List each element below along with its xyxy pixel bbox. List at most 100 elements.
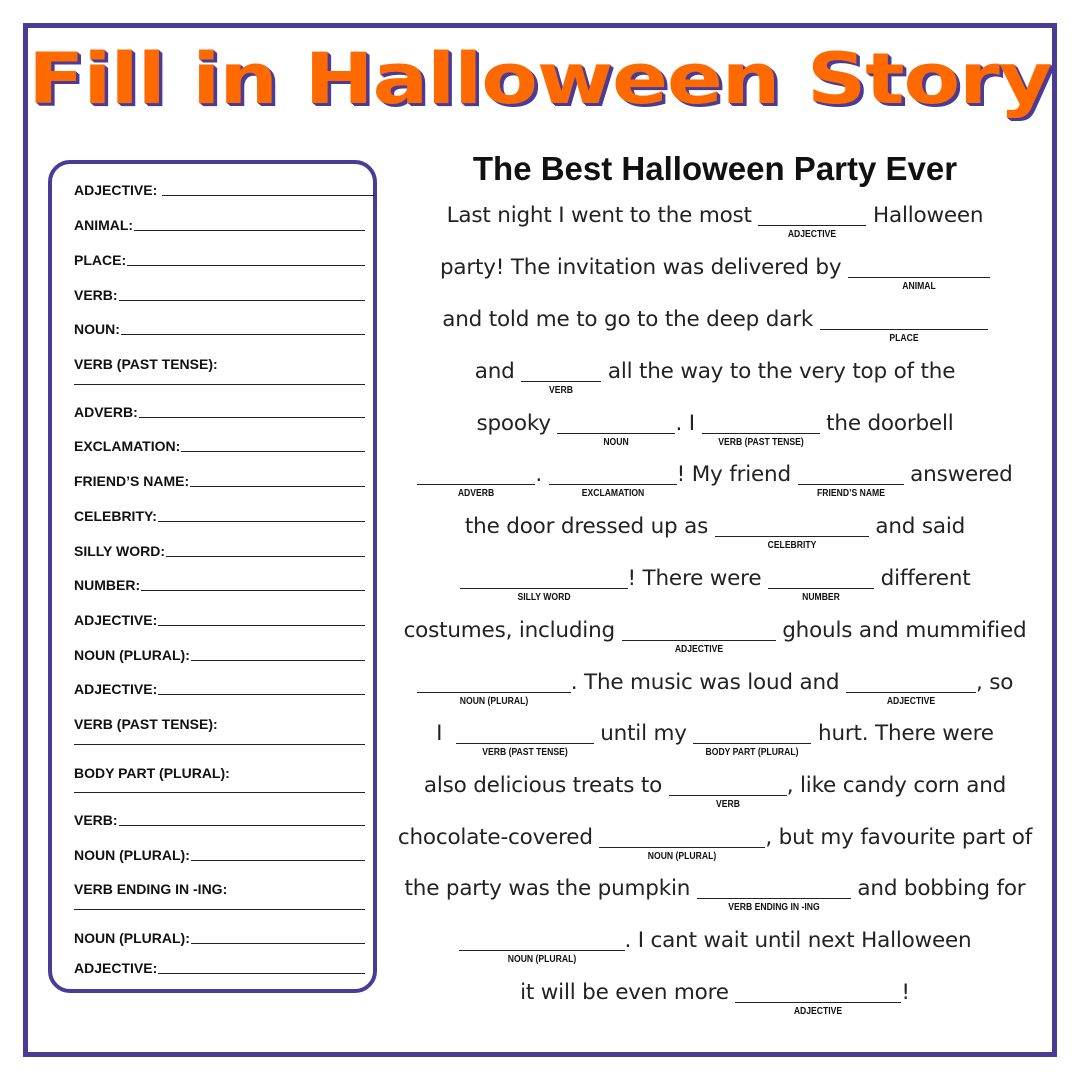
word-bank-blank[interactable] [74, 909, 365, 910]
story-blank[interactable]: PLACE [819, 309, 988, 344]
story-line: the party was the pumpkin VERB ENDING IN… [390, 876, 1040, 913]
word-bank-item: VERB (PAST TENSE): [74, 712, 365, 732]
word-bank-label: NOUN: [74, 321, 120, 337]
word-bank-item: SILLY WORD: [74, 539, 365, 559]
blank-label: NOUN (PLURAL) [648, 850, 717, 862]
story-line: party! The invitation was delivered by A… [390, 255, 1040, 292]
story-blank[interactable]: ADJECTIVE [735, 982, 902, 1017]
word-bank-blank[interactable] [118, 300, 365, 301]
word-bank-blank[interactable] [141, 590, 365, 591]
story-line: spooky NOUN . I VERB (PAST TENSE) the doo… [390, 411, 1040, 448]
story-blank[interactable]: NOUN (PLURAL) [599, 827, 766, 862]
story-line: chocolate-covered NOUN (PLURAL) , but my … [390, 825, 1040, 862]
word-bank-label: FRIEND’S NAME: [74, 473, 190, 489]
word-bank-blank[interactable] [118, 825, 365, 826]
blank-label: NUMBER [802, 591, 840, 603]
story-text: . I cant wait until next Halloween [624, 928, 972, 953]
blank-label: ADJECTIVE [794, 1005, 843, 1017]
story-blank[interactable]: NOUN (PLURAL) [416, 672, 571, 707]
story-blank[interactable]: VERB [668, 775, 787, 810]
page-title: Fill in Halloween Story [28, 38, 1052, 120]
story-blank[interactable]: VERB (PAST TENSE) [701, 413, 820, 448]
story-blank[interactable]: CELEBRITY [714, 516, 869, 551]
word-bank-blank[interactable] [190, 943, 365, 944]
blank-label: EXCLAMATION [581, 487, 644, 499]
word-bank-blank[interactable] [74, 792, 365, 793]
story-text: and [474, 359, 522, 384]
story-text: ! [901, 980, 910, 1005]
story-blank[interactable]: ADVERB [417, 464, 536, 499]
blank-label: VERB [549, 384, 574, 396]
story-blank[interactable]: ADJECTIVE [758, 205, 867, 240]
word-bank-blank[interactable] [181, 451, 365, 452]
story-line: ADVERB. EXCLAMATION ! My friend FRIEND’S … [390, 462, 1040, 499]
word-bank-blank[interactable] [158, 694, 365, 695]
story-blank[interactable]: NOUN (PLURAL) [458, 930, 625, 965]
blank-label: FRIEND’S NAME [816, 487, 885, 499]
story-blank[interactable]: NOUN [557, 413, 676, 448]
word-bank-label: PLACE: [74, 252, 127, 268]
story-text: costumes, including [403, 618, 622, 643]
story-blank[interactable]: ADJECTIVE [621, 620, 776, 655]
word-bank-label: ADJECTIVE: [74, 612, 158, 628]
word-bank-item: ADJECTIVE: [74, 677, 365, 697]
story-text: until my [593, 721, 694, 746]
story-text: all the way to the very top of the [601, 359, 956, 384]
story-blank[interactable]: VERB ENDING IN -ING [696, 878, 851, 913]
blank-label: NOUN [603, 436, 630, 448]
word-bank-blank[interactable] [158, 973, 365, 974]
story-text: , like candy corn and [786, 773, 1007, 798]
word-bank-item: NOUN (PLURAL): [74, 926, 365, 946]
word-bank-item: FRIEND’S NAME: [74, 469, 365, 489]
word-bank-blank[interactable] [190, 486, 365, 487]
story-line: I VERB (PAST TENSE) until my BODY PART (… [390, 721, 1040, 758]
word-bank-item: PLACE: [74, 248, 365, 268]
blank-label: ADJECTIVE [674, 643, 723, 655]
word-bank-item: NUMBER: [74, 573, 365, 593]
story-blank[interactable]: FRIEND’S NAME [797, 464, 904, 499]
story-blank[interactable]: ANIMAL [848, 257, 991, 292]
story-text: I [436, 721, 456, 746]
blank-label: NOUN (PLURAL) [459, 695, 528, 707]
word-bank-blank[interactable] [74, 744, 365, 745]
word-bank-label: ADJECTIVE: [74, 960, 158, 976]
word-bank-blank[interactable] [120, 334, 365, 335]
word-bank-blank[interactable] [166, 556, 365, 557]
word-bank-panel: ADJECTIVE: ANIMAL: PLACE: VERB: NOUN: VERB (P… [48, 160, 377, 993]
word-bank-blank[interactable] [190, 860, 365, 861]
word-bank-label: NOUN (PLURAL): [74, 647, 190, 663]
story-text: the party was the pumpkin [404, 876, 697, 901]
word-bank-label: VERB: [74, 812, 118, 828]
story-text: Halloween [866, 203, 984, 228]
story-line: costumes, including ADJECTIVE ghouls and… [390, 618, 1040, 655]
story-blank[interactable]: VERB (PAST TENSE) [455, 723, 594, 758]
story-blank[interactable]: VERB [521, 361, 602, 396]
story-text: it will be even more [520, 980, 736, 1005]
word-bank-label: CELEBRITY: [74, 508, 157, 524]
word-bank-blank[interactable] [74, 384, 365, 385]
word-bank-blank[interactable] [157, 521, 365, 522]
blank-label: PLACE [889, 332, 919, 344]
story-blank[interactable]: ADJECTIVE [845, 672, 976, 707]
word-bank-blank[interactable] [162, 195, 375, 196]
story-blank[interactable]: NUMBER [768, 568, 875, 603]
word-bank-label: SILLY WORD: [74, 543, 166, 559]
word-bank-blank[interactable] [134, 230, 365, 231]
story-text: hurt. There were [811, 721, 994, 746]
story-text: answered [903, 462, 1013, 487]
story-text: the door dressed up as [464, 514, 715, 539]
word-bank-item: ANIMAL: [74, 213, 365, 233]
story-blank[interactable]: BODY PART (PLURAL) [693, 723, 812, 758]
word-bank-blank[interactable] [158, 625, 365, 626]
story-blank[interactable]: SILLY WORD [459, 568, 628, 603]
word-bank-blank[interactable] [138, 417, 365, 418]
word-bank-blank[interactable] [127, 265, 365, 266]
story-title: The Best Halloween Party Ever [472, 150, 958, 187]
blank-label: BODY PART (PLURAL) [705, 746, 799, 758]
story-text: the doorbell [819, 411, 954, 436]
word-bank-blank[interactable] [190, 660, 365, 661]
story-line: it will be even more ADJECTIVE! [390, 980, 1040, 1017]
story-text: ! There were [627, 566, 769, 591]
story-text: . I [675, 411, 702, 436]
story-blank[interactable]: EXCLAMATION [548, 464, 677, 499]
